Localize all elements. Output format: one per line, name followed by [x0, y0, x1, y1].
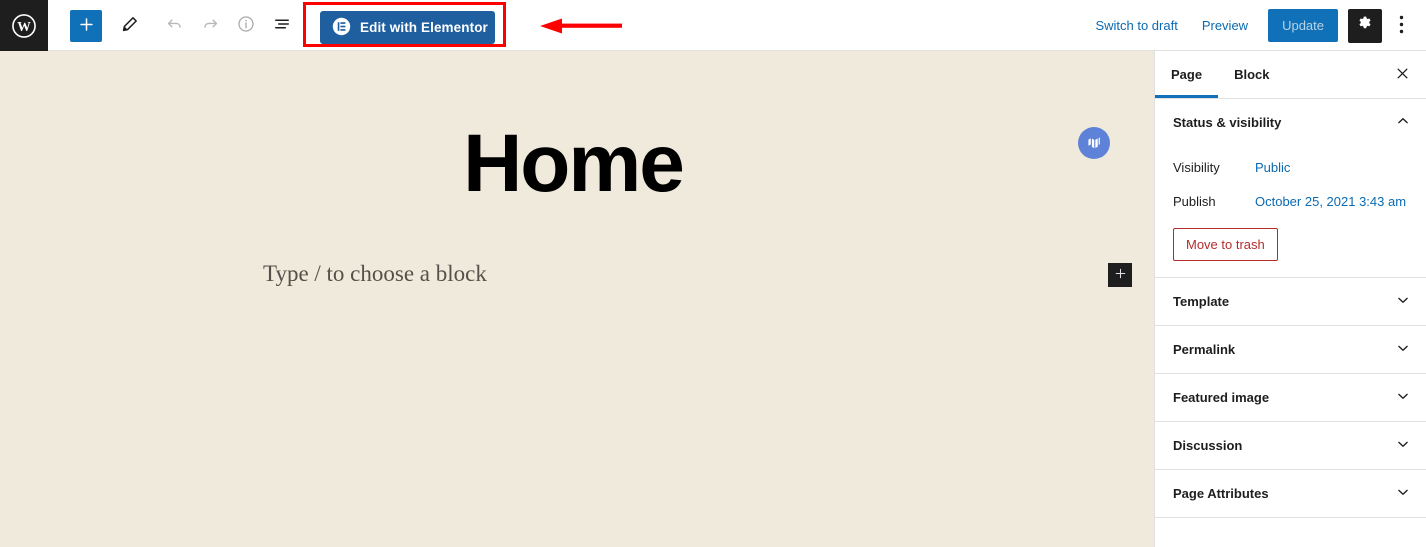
gear-icon	[1356, 15, 1374, 36]
plus-icon	[78, 16, 95, 36]
row-publish: Publish October 25, 2021 3:43 am	[1173, 184, 1408, 218]
panel-title: Template	[1173, 294, 1230, 309]
block-inserter-button[interactable]	[70, 9, 102, 42]
publish-label: Publish	[1173, 193, 1216, 209]
publish-date-button[interactable]: October 25, 2021 3:43 am	[1255, 194, 1406, 209]
elementor-button-highlight: Edit with Elementor	[303, 2, 506, 47]
block-placeholder-text[interactable]: Type / to choose a block	[263, 261, 487, 287]
panel-discussion-header[interactable]: Discussion	[1155, 422, 1426, 469]
details-button[interactable]	[228, 8, 264, 44]
info-icon	[236, 14, 256, 37]
update-button[interactable]: Update	[1268, 9, 1338, 42]
row-visibility: Visibility Public	[1173, 150, 1408, 184]
tools-mode-button[interactable]	[112, 8, 148, 44]
elementor-logo-icon	[332, 17, 351, 39]
sidebar-tabs: Page Block	[1155, 51, 1426, 99]
close-sidebar-button[interactable]	[1388, 61, 1416, 89]
chevron-down-icon	[1394, 387, 1412, 408]
panel-permalink: Permalink	[1155, 326, 1426, 374]
panel-title: Permalink	[1173, 342, 1236, 357]
settings-sidebar: Page Block Status & visibility Visibilit…	[1154, 51, 1426, 547]
annotation-arrow-icon	[540, 18, 622, 34]
move-to-trash-button[interactable]: Move to trash	[1173, 228, 1278, 261]
edit-with-elementor-button[interactable]: Edit with Elementor	[320, 11, 495, 44]
toolbar-right-group: Switch to draft Preview Update	[1083, 0, 1416, 51]
panel-status-visibility-header[interactable]: Status & visibility	[1155, 99, 1426, 146]
chevron-down-icon	[1394, 291, 1412, 312]
redo-icon	[200, 14, 221, 38]
visibility-label: Visibility	[1173, 159, 1220, 175]
more-options-button[interactable]	[1386, 9, 1416, 43]
chevron-down-icon	[1394, 435, 1412, 456]
panel-featured-image-header[interactable]: Featured image	[1155, 374, 1426, 421]
kebab-menu-icon	[1399, 15, 1404, 37]
panel-status-visibility: Status & visibility Visibility Public Pu…	[1155, 99, 1426, 278]
panel-page-attributes: Page Attributes	[1155, 470, 1426, 518]
panel-permalink-header[interactable]: Permalink	[1155, 326, 1426, 373]
post-title[interactable]: Home	[0, 123, 1146, 205]
wordpress-logo-icon: W	[11, 13, 37, 39]
panel-featured-image: Featured image	[1155, 374, 1426, 422]
redo-button[interactable]	[192, 8, 228, 44]
undo-button[interactable]	[156, 8, 192, 44]
panel-title: Discussion	[1173, 438, 1243, 453]
wordpress-block-editor: W Edit with Elementor Switch to draft Pr…	[0, 0, 1426, 547]
panel-discussion: Discussion	[1155, 422, 1426, 470]
edit-with-elementor-label: Edit with Elementor	[360, 20, 488, 35]
tab-block[interactable]: Block	[1218, 52, 1285, 98]
panel-template-header[interactable]: Template	[1155, 278, 1426, 325]
undo-icon	[164, 14, 185, 38]
list-view-icon	[272, 14, 292, 37]
panel-title: Status & visibility	[1173, 115, 1282, 130]
close-icon	[1395, 66, 1410, 84]
chevron-down-icon	[1394, 339, 1412, 360]
plus-icon	[1114, 267, 1127, 283]
chevron-down-icon	[1394, 483, 1412, 504]
canvas-sidebar-gap	[1146, 51, 1154, 547]
monsterinsights-icon[interactable]	[1078, 127, 1110, 159]
chevron-up-icon	[1394, 112, 1412, 133]
panel-template: Template	[1155, 278, 1426, 326]
list-view-button[interactable]	[264, 8, 300, 44]
tab-page[interactable]: Page	[1155, 52, 1219, 98]
panel-title: Featured image	[1173, 390, 1270, 405]
settings-button[interactable]	[1348, 8, 1382, 43]
svg-text:W: W	[17, 18, 31, 33]
wordpress-logo-button[interactable]: W	[0, 0, 48, 51]
switch-to-draft-button[interactable]: Switch to draft	[1083, 10, 1189, 41]
preview-button[interactable]: Preview	[1190, 10, 1260, 41]
toolbar-left-group	[70, 0, 300, 51]
panel-page-attributes-header[interactable]: Page Attributes	[1155, 470, 1426, 517]
visibility-value-button[interactable]: Public	[1255, 160, 1290, 175]
panel-title: Page Attributes	[1173, 486, 1269, 501]
editor-toolbar: W Edit with Elementor Switch to draft Pr…	[0, 0, 1426, 51]
add-block-button[interactable]	[1108, 263, 1132, 287]
editor-canvas[interactable]: Home Type / to choose a block	[0, 51, 1146, 547]
pencil-icon	[120, 14, 140, 37]
panel-status-visibility-body: Visibility Public Publish October 25, 20…	[1155, 146, 1426, 277]
